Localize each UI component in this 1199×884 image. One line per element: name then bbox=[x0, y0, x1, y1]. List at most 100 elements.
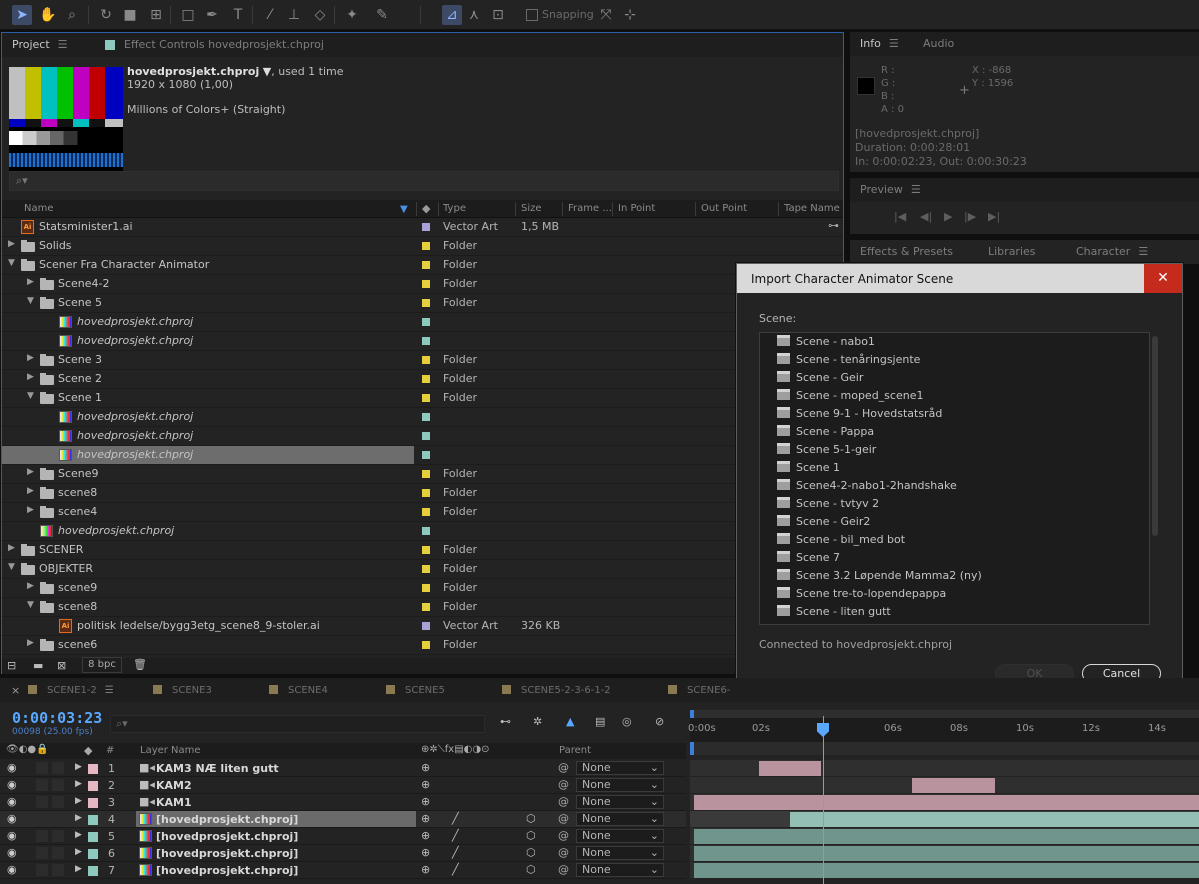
current-time[interactable]: 0:00:03:23 bbox=[12, 709, 102, 727]
hand-tool-icon[interactable]: ✋ bbox=[38, 5, 58, 25]
tab-project[interactable]: Project ☰ bbox=[12, 38, 68, 51]
label-swatch[interactable] bbox=[422, 470, 430, 478]
col-frame-rate[interactable]: Frame ... bbox=[568, 203, 612, 214]
layer-duration-bar[interactable] bbox=[790, 812, 1199, 827]
type-tool-icon[interactable]: T bbox=[228, 5, 248, 25]
expand-arrow-icon[interactable]: ▶ bbox=[27, 486, 34, 496]
scene-list-scrollbar[interactable] bbox=[1152, 336, 1158, 536]
project-item-row[interactable]: ▼ Scener Fra Character Animator Folder bbox=[2, 256, 843, 275]
label-swatch[interactable] bbox=[422, 375, 430, 383]
project-item-row[interactable]: ▼ Scene 5 Folder bbox=[2, 294, 843, 313]
eraser-tool-icon[interactable]: ◇ bbox=[310, 5, 330, 25]
parent-select[interactable]: None ⌄ bbox=[576, 829, 664, 843]
pick-whip-icon[interactable]: @ bbox=[558, 829, 569, 842]
label-swatch[interactable] bbox=[422, 318, 430, 326]
expand-arrow-icon[interactable]: ▶ bbox=[8, 543, 15, 553]
close-tab-icon[interactable]: × bbox=[11, 684, 20, 697]
label-swatch[interactable] bbox=[422, 641, 430, 649]
layer-duration-bar[interactable] bbox=[694, 846, 1199, 861]
visibility-eye-icon[interactable]: ◉ bbox=[7, 812, 17, 825]
layer-duration-bar[interactable] bbox=[912, 778, 995, 793]
expand-arrow-icon[interactable]: ▶ bbox=[27, 353, 34, 363]
project-item-row[interactable]: hovedprosjekt.chproj bbox=[2, 522, 843, 541]
trash-icon[interactable]: 🗑 bbox=[133, 658, 147, 671]
layer-label-swatch[interactable] bbox=[88, 815, 98, 825]
label-column-icon[interactable]: ◆ bbox=[422, 202, 430, 215]
label-swatch[interactable] bbox=[422, 432, 430, 440]
snap-grid-icon[interactable]: ⊹ bbox=[620, 5, 640, 25]
composition-tab[interactable]: SCENE3 bbox=[153, 685, 212, 696]
project-item-row[interactable]: hovedprosjekt.chproj bbox=[2, 408, 843, 427]
quality-switch-icon[interactable]: ╱ bbox=[452, 812, 459, 825]
scene-list[interactable]: Scene - nabo1 Scene - tenåringsjente Scene… bbox=[759, 332, 1150, 625]
expand-arrow-icon[interactable]: ▼ bbox=[27, 296, 34, 306]
visibility-eye-icon[interactable]: ◉ bbox=[7, 761, 17, 774]
playhead[interactable] bbox=[823, 716, 824, 884]
draft-3d-icon[interactable]: ✲ bbox=[533, 715, 542, 728]
label-swatch[interactable] bbox=[422, 603, 430, 611]
visibility-eye-icon[interactable]: ◉ bbox=[7, 795, 17, 808]
solo-toggle[interactable] bbox=[36, 796, 48, 808]
label-swatch[interactable] bbox=[422, 527, 430, 535]
first-frame-icon[interactable]: |◀ bbox=[894, 210, 906, 223]
layer-name[interactable]: [hovedprosjekt.chproj] bbox=[156, 813, 298, 826]
parent-select[interactable]: None ⌄ bbox=[576, 761, 664, 775]
shy-switch-icon[interactable]: ⊕ bbox=[421, 846, 430, 859]
expand-arrow-icon[interactable]: ▶ bbox=[75, 779, 82, 789]
scene-list-item[interactable]: Scene - tenåringsjente bbox=[777, 353, 920, 371]
scene-list-item[interactable]: Scene - moped_scene1 bbox=[777, 389, 923, 407]
project-item-row[interactable]: ▶ Scene 3 Folder bbox=[2, 351, 843, 370]
scene-list-item[interactable]: Scene - bil_med bot bbox=[777, 533, 905, 551]
scene-list-item[interactable]: Scene - liten gutt bbox=[777, 605, 891, 623]
lock-toggle[interactable] bbox=[52, 796, 64, 808]
pick-whip-icon[interactable]: @ bbox=[558, 863, 569, 876]
composition-tab[interactable]: SCENE5-2-3-6-1-2 bbox=[502, 685, 611, 696]
project-item-row[interactable]: ▼ OBJEKTER Folder bbox=[2, 560, 843, 579]
tab-preview[interactable]: Preview ☰ bbox=[860, 183, 921, 196]
layer-duration-bar[interactable] bbox=[694, 829, 1199, 844]
scene-list-item[interactable]: Scene 9-1 - Hovedstatsråd bbox=[777, 407, 942, 425]
previous-frame-icon[interactable]: ◀| bbox=[920, 210, 932, 223]
layer-duration-bar[interactable] bbox=[759, 761, 821, 776]
project-item-row[interactable]: hovedprosjekt.chproj bbox=[2, 446, 843, 465]
layer-label-swatch[interactable] bbox=[88, 866, 98, 876]
label-swatch[interactable] bbox=[422, 622, 430, 630]
label-swatch[interactable] bbox=[422, 242, 430, 250]
project-item-row[interactable]: ▶ scene9 Folder bbox=[2, 579, 843, 598]
shy-switch-icon[interactable]: ⊕ bbox=[421, 829, 430, 842]
visibility-eye-icon[interactable]: ◉ bbox=[7, 778, 17, 791]
scene-list-item[interactable]: Scene - Geir bbox=[777, 371, 863, 389]
timeline-layer-row[interactable]: ◉ ▶ 7 [hovedprosjekt.chproj] ⊕ ╱ ⬡ @ None ⌄ bbox=[0, 862, 686, 879]
timeline-layer-row[interactable]: ◉ ▶ 5 [hovedprosjekt.chproj] ⊕ ╱ ⬡ @ None ⌄ bbox=[0, 828, 686, 845]
tab-libraries[interactable]: Libraries bbox=[988, 245, 1036, 258]
expand-arrow-icon[interactable]: ▶ bbox=[27, 638, 34, 648]
tab-effect-controls[interactable]: Effect Controls hovedprosjekt.chproj bbox=[124, 38, 324, 51]
time-ruler[interactable]: 0:00s 02s 06s 08s 10s 12s 14s bbox=[688, 710, 1199, 742]
solo-toggle[interactable] bbox=[36, 813, 48, 825]
sort-arrow-icon[interactable]: ▼ bbox=[400, 204, 408, 215]
solo-toggle[interactable] bbox=[36, 864, 48, 876]
scene-list-item[interactable]: Scene tre-to-lopendepappa bbox=[777, 587, 946, 605]
scene-list-item[interactable]: Scene 7 bbox=[777, 551, 840, 569]
project-item-row[interactable]: ▶ scene6 Folder bbox=[2, 636, 843, 655]
frame-blending-icon[interactable]: ▤ bbox=[595, 715, 605, 728]
shy-switch-icon[interactable]: ⊕ bbox=[421, 761, 430, 774]
rotate-tool-icon[interactable]: ↻ bbox=[96, 5, 116, 25]
new-composition-icon[interactable]: ⊠ bbox=[57, 659, 66, 672]
project-item-row[interactable]: hovedprosjekt.chproj bbox=[2, 427, 843, 446]
label-swatch[interactable] bbox=[422, 508, 430, 516]
project-item-row[interactable]: ▶ SCENER Folder bbox=[2, 541, 843, 560]
solo-toggle[interactable] bbox=[36, 762, 48, 774]
expand-arrow-icon[interactable]: ▶ bbox=[75, 864, 82, 874]
project-item-row[interactable]: ▶ Scene9 Folder bbox=[2, 465, 843, 484]
layer-name[interactable]: [hovedprosjekt.chproj] bbox=[156, 864, 298, 877]
layer-name[interactable]: [hovedprosjekt.chproj] bbox=[156, 830, 298, 843]
clone-stamp-tool-icon[interactable]: ⊥ bbox=[284, 5, 304, 25]
view-axis-mode-icon[interactable]: ⊡ bbox=[488, 5, 508, 25]
project-item-row[interactable]: ▶ Scene4-2 Folder bbox=[2, 275, 843, 294]
pick-whip-icon[interactable]: @ bbox=[558, 778, 569, 791]
timeline-layer-row[interactable]: ◉ ▶ 2 ■◂ KAM2 ⊕ @ None ⌄ bbox=[0, 777, 686, 794]
shy-switch-icon[interactable]: ⊕ bbox=[421, 778, 430, 791]
project-search-input[interactable]: ⌕▾ bbox=[9, 171, 839, 191]
motion-blur-icon[interactable]: ◎ bbox=[622, 715, 632, 728]
